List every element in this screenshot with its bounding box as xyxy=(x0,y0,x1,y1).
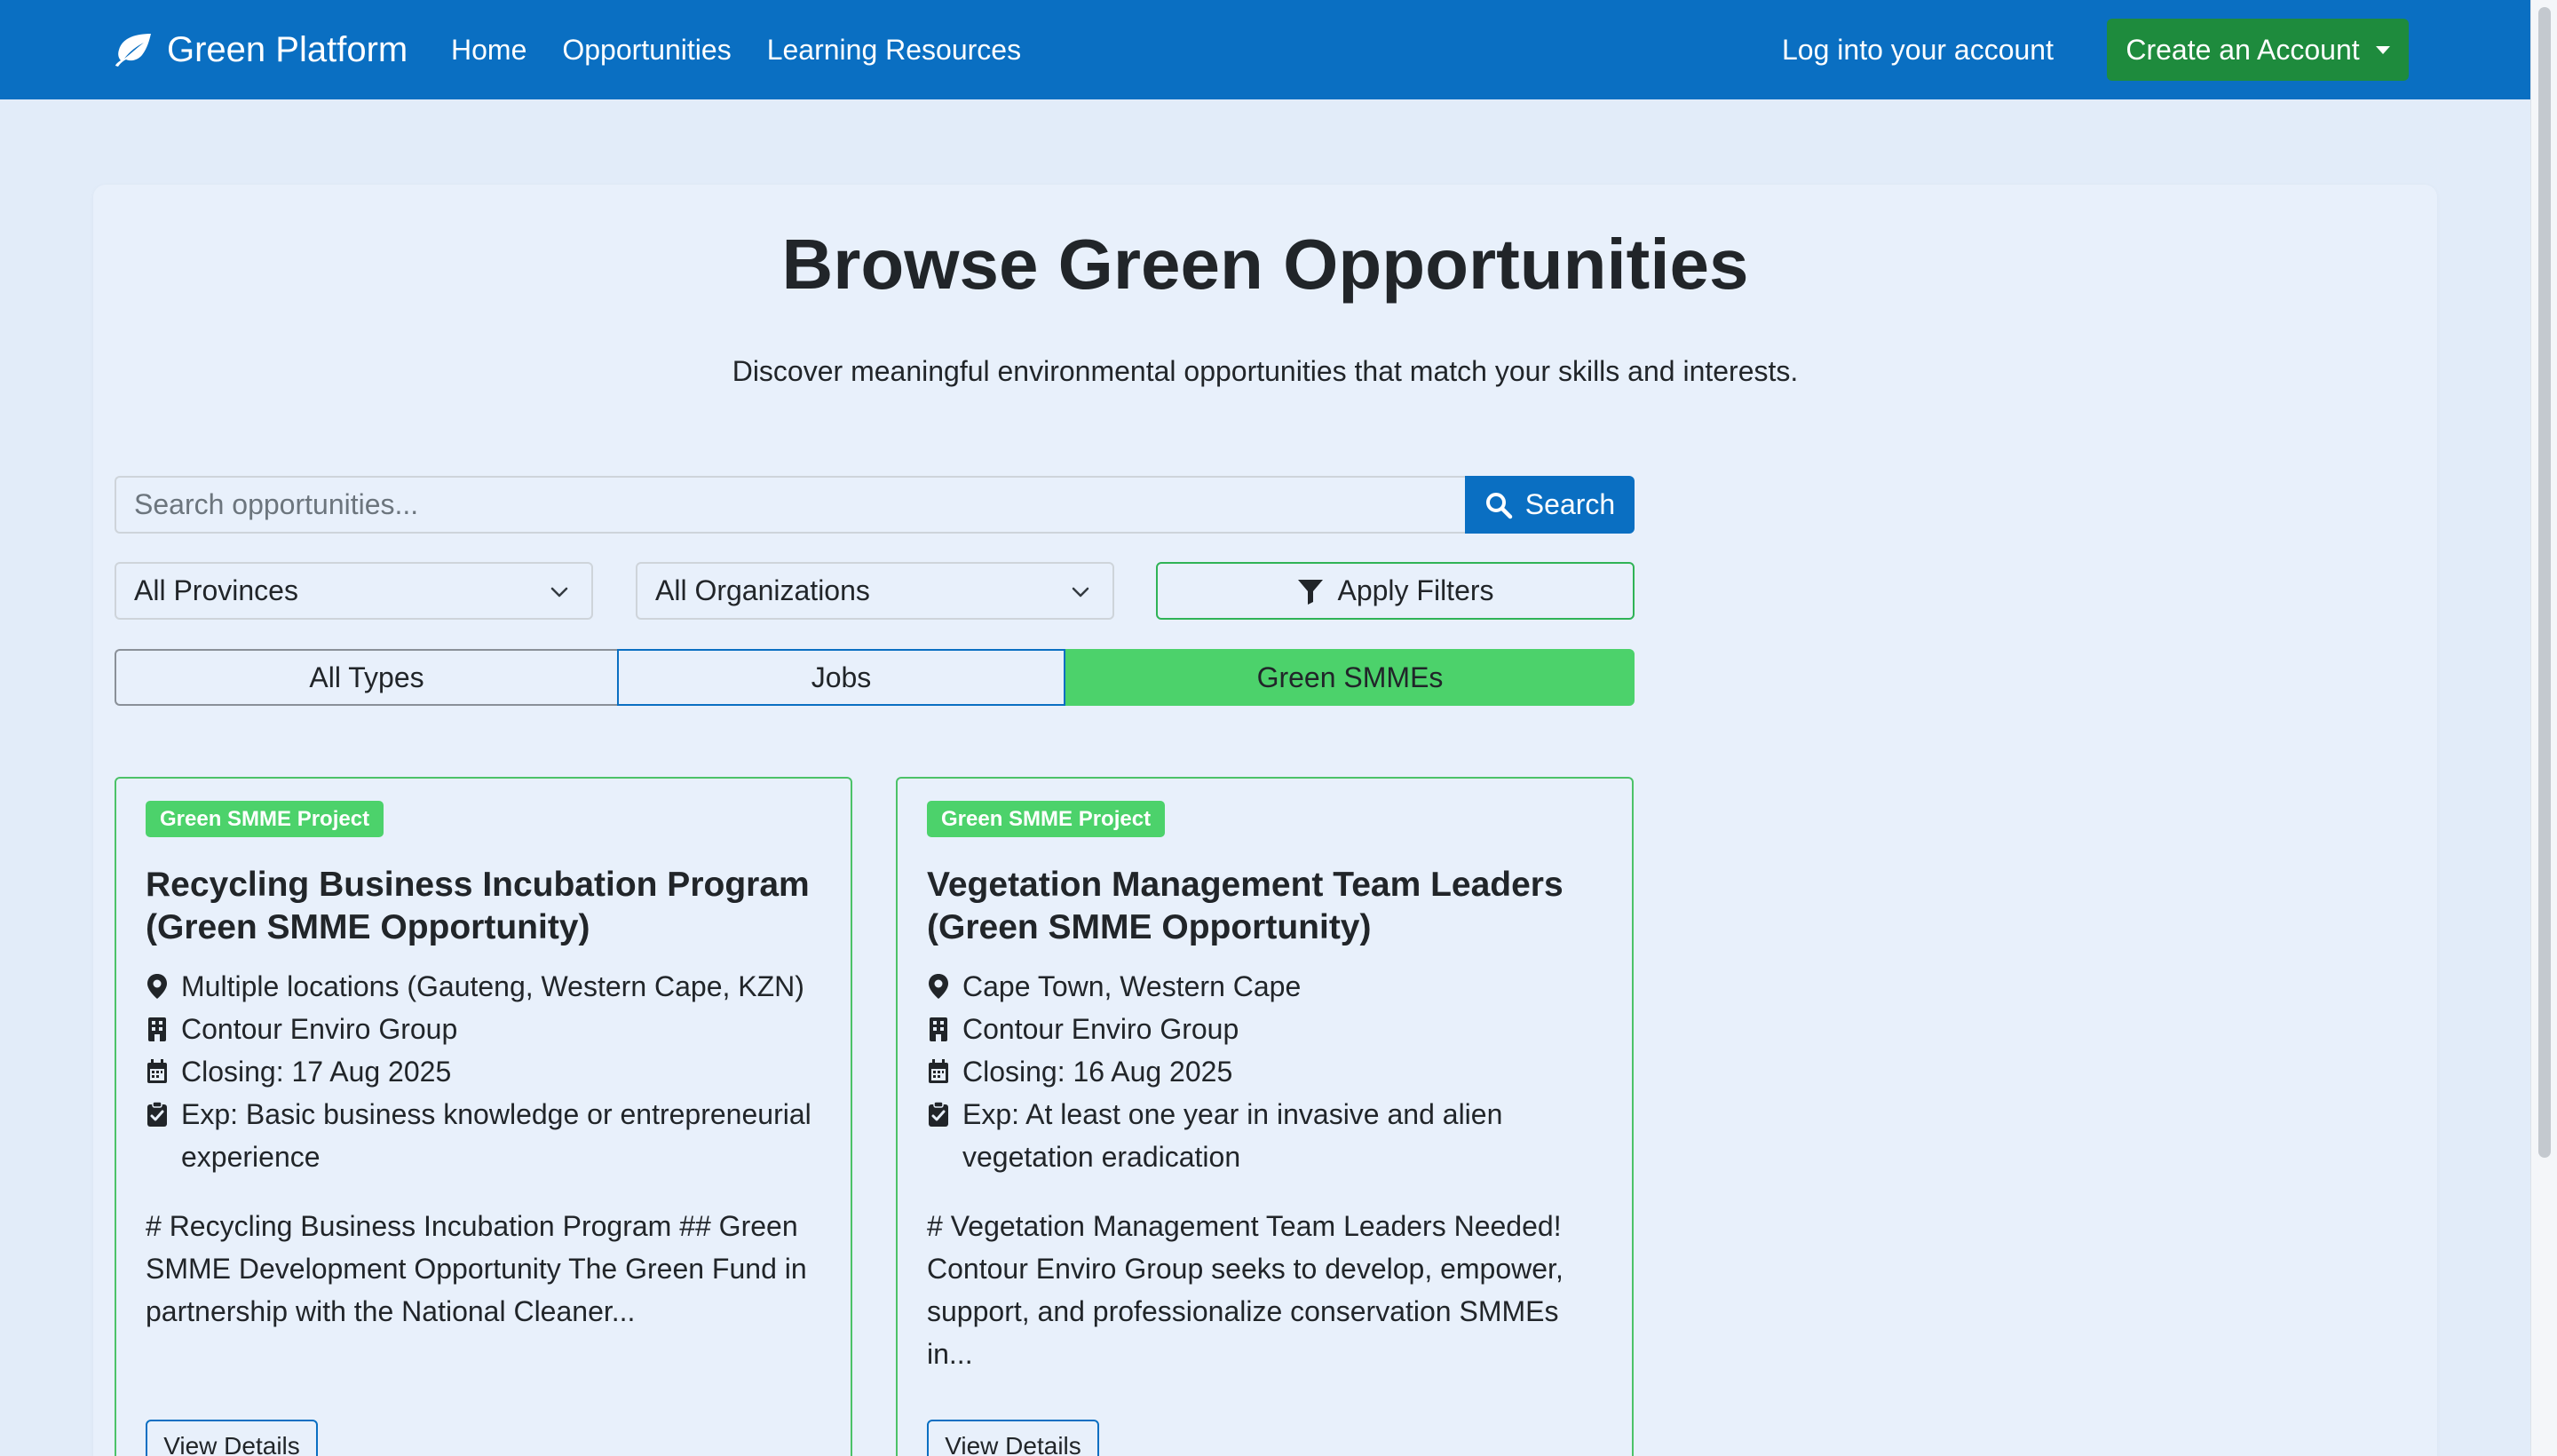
nav-link-home[interactable]: Home xyxy=(451,34,526,67)
organization-select-value: All Organizations xyxy=(655,574,870,606)
opportunity-meta: Multiple locations (Gauteng, Western Cap… xyxy=(146,965,829,1178)
map-pin-icon xyxy=(147,974,167,999)
create-account-label: Create an Account xyxy=(2126,33,2360,66)
location-row: Cape Town, Western Cape xyxy=(927,965,1611,1008)
experience-row: Exp: Basic business knowledge or entrepr… xyxy=(146,1093,829,1178)
nav-links: Home Opportunities Learning Resources xyxy=(451,0,1021,99)
page-scrollbar[interactable] xyxy=(2530,0,2557,1456)
map-pin-icon xyxy=(929,974,948,999)
location-row: Multiple locations (Gauteng, Western Cap… xyxy=(146,965,829,1008)
organization-text: Contour Enviro Group xyxy=(181,1013,458,1045)
organization-row: Contour Enviro Group xyxy=(146,1008,829,1050)
caret-down-icon xyxy=(2375,45,2390,54)
location-text: Cape Town, Western Cape xyxy=(962,970,1302,1002)
top-navbar: Green Platform Home Opportunities Learni… xyxy=(0,0,2530,99)
organization-row: Contour Enviro Group xyxy=(927,1008,1611,1050)
apply-filters-label: Apply Filters xyxy=(1337,574,1494,606)
page-title: Browse Green Opportunities xyxy=(781,225,1749,304)
chevron-down-icon xyxy=(550,587,568,597)
opportunity-card: Green SMME Project Recycling Business In… xyxy=(115,777,852,1456)
opportunity-description: # Recycling Business Incubation Program … xyxy=(146,1210,807,1327)
closing-row: Closing: 17 Aug 2025 xyxy=(146,1050,829,1093)
scrollbar-thumb[interactable] xyxy=(2538,7,2551,1158)
opportunity-description: # Vegetation Management Team Leaders Nee… xyxy=(927,1210,1563,1370)
view-details-button[interactable]: View Details xyxy=(927,1420,1099,1456)
leaf-icon xyxy=(115,34,151,67)
login-link[interactable]: Log into your account xyxy=(1782,0,2054,99)
experience-text: Exp: At least one year in invasive and a… xyxy=(962,1098,1503,1173)
opportunity-title: Recycling Business Incubation Program (G… xyxy=(146,866,810,946)
nav-link-learning-resources[interactable]: Learning Resources xyxy=(767,34,1021,67)
opportunity-card: Green SMME Project Vegetation Management… xyxy=(896,777,1634,1456)
search-button[interactable]: Search xyxy=(1465,476,1635,534)
clipboard-check-icon xyxy=(929,1101,948,1127)
search-button-label: Search xyxy=(1524,488,1616,520)
view-details-button[interactable]: View Details xyxy=(146,1420,318,1456)
experience-text: Exp: Basic business knowledge or entrepr… xyxy=(181,1098,811,1173)
province-select-value: All Provinces xyxy=(134,574,298,606)
closing-date-text: Closing: 17 Aug 2025 xyxy=(181,1056,452,1088)
brand-name: Green Platform xyxy=(167,29,408,69)
clipboard-check-icon xyxy=(147,1101,167,1127)
building-icon xyxy=(930,1017,947,1041)
location-text: Multiple locations (Gauteng, Western Cap… xyxy=(181,970,804,1002)
opportunity-title: Vegetation Management Team Leaders (Gree… xyxy=(927,866,1563,946)
organization-text: Contour Enviro Group xyxy=(962,1013,1239,1045)
province-select[interactable]: All Provinces xyxy=(115,562,593,620)
closing-date-text: Closing: 16 Aug 2025 xyxy=(962,1056,1233,1088)
filter-icon xyxy=(1298,579,1324,605)
type-jobs-button[interactable]: Jobs xyxy=(617,649,1065,706)
create-account-dropdown-button[interactable]: Create an Account xyxy=(2107,19,2409,81)
type-all-button[interactable]: All Types xyxy=(115,649,617,706)
search-input[interactable] xyxy=(115,476,1466,534)
search-icon xyxy=(1485,492,1513,518)
page-subtitle: Discover meaningful environmental opport… xyxy=(732,355,1799,387)
opportunity-type-badge: Green SMME Project xyxy=(927,801,1166,837)
building-icon xyxy=(148,1017,166,1041)
apply-filters-button[interactable]: Apply Filters xyxy=(1156,562,1635,620)
calendar-icon xyxy=(929,1059,948,1083)
opportunity-type-toggle: All Types Jobs Green SMMEs xyxy=(115,649,1635,706)
organization-select[interactable]: All Organizations xyxy=(636,562,1114,620)
brand-link[interactable]: Green Platform xyxy=(114,0,408,99)
opportunity-type-badge: Green SMME Project xyxy=(146,801,384,837)
nav-link-opportunities[interactable]: Opportunities xyxy=(562,34,731,67)
closing-row: Closing: 16 Aug 2025 xyxy=(927,1050,1611,1093)
calendar-icon xyxy=(147,1059,167,1083)
experience-row: Exp: At least one year in invasive and a… xyxy=(927,1093,1611,1178)
type-green-smmes-button[interactable]: Green SMMEs xyxy=(1065,649,1635,706)
chevron-down-icon xyxy=(1072,587,1089,597)
opportunity-meta: Cape Town, Western Cape Contour Enviro G… xyxy=(927,965,1611,1178)
